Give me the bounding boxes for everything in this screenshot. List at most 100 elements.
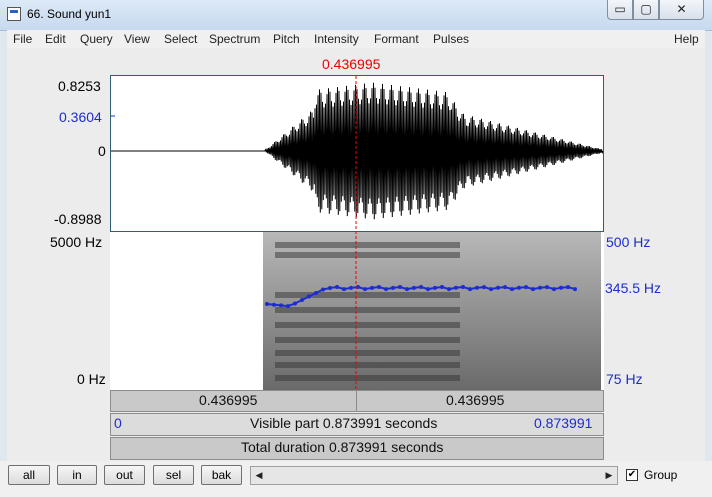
pitch-point [405,287,409,292]
pitch-point [419,285,423,289]
maximize-button[interactable]: ▢ [633,0,659,20]
pitch-point [328,286,332,290]
waveform-min-label: -0.8988 [54,211,102,227]
group-label: Group [644,468,678,482]
menu-pulses[interactable]: Pulses [433,32,469,46]
pitch-point [447,287,451,292]
pitch-point [545,285,549,290]
menu-intensity[interactable]: Intensity [314,32,359,46]
pitch-point [286,304,290,309]
pitch-point [559,285,563,290]
menu-file[interactable]: File [13,32,32,46]
time-scrollbar[interactable]: ◀ ▶ [250,466,618,485]
waveform-cursor-value: 0.3604 [59,109,102,125]
pitch-point [272,302,276,307]
pitch-point [342,287,346,292]
spectrogram-top-freq: 5000 Hz [50,234,103,250]
pitch-point [440,285,444,289]
pitch-point [503,285,507,290]
menu-pitch[interactable]: Pitch [273,32,300,46]
pitch-point [279,303,283,308]
pitch-point [377,285,381,289]
formant-band [275,337,460,343]
formant-band [275,362,460,368]
pitch-point [517,285,521,290]
visible-part-bar[interactable]: 0 Visible part 0.873991 seconds 0.873991 [110,413,604,436]
pitch-point [489,287,493,292]
right-segment-duration: 0.436995 [446,392,505,408]
menu-view[interactable]: View [124,32,150,46]
formant-band [275,242,460,248]
selection-bar[interactable]: 0.436995 0.436995 [110,390,604,412]
zoom-in-button[interactable]: in [57,465,97,485]
zoom-out-button[interactable]: out [104,465,145,485]
close-button[interactable]: ✕ [659,0,704,20]
pitch-point [475,285,479,290]
pitch-point [566,285,570,290]
pitch-point [426,287,430,292]
pitch-bottom-label: 75 Hz [606,371,643,387]
formant-band [275,292,460,298]
pitch-point [573,287,577,292]
total-duration-bar[interactable]: Total duration 0.873991 seconds [110,437,604,460]
selection-divider [356,391,357,411]
pitch-point [468,287,472,292]
pitch-point [300,298,304,302]
scroll-right-icon[interactable]: ▶ [603,469,615,482]
pitch-point [363,287,367,292]
pitch-point [293,301,297,306]
menu-query[interactable]: Query [80,32,113,46]
pitch-point [531,287,535,292]
group-checkbox[interactable]: ✔ [626,469,638,481]
app-icon [7,7,21,21]
total-duration-label: Total duration 0.873991 seconds [241,439,444,455]
zoom-all-button[interactable]: all [8,465,50,485]
menu-formant[interactable]: Formant [374,32,419,46]
pitch-value-label: 345.5 Hz [605,280,662,296]
window-title: 66. Sound yun1 [27,7,112,21]
pitch-top-label: 500 Hz [606,234,651,250]
pitch-point [370,285,374,290]
scroll-left-icon[interactable]: ◀ [253,469,265,482]
waveform-max-label: 0.8253 [58,78,101,94]
visible-end-time: 0.873991 [534,415,593,431]
menu-help[interactable]: Help [674,32,699,46]
spectrogram-bottom-freq: 0 Hz [77,371,106,387]
pitch-point [538,285,542,290]
cursor-time-label: 0.436995 [322,56,381,72]
pitch-point [265,302,269,306]
zoom-back-button[interactable]: bak [201,465,242,485]
pitch-point [335,285,339,289]
visible-start-time: 0 [114,415,122,431]
zoom-selection-button[interactable]: sel [153,465,194,485]
pitch-point [496,285,500,290]
pitch-point [552,287,556,292]
pitch-point [510,287,514,292]
formant-band [275,252,460,258]
pitch-point [384,287,388,292]
formant-band [275,375,460,381]
pitch-point [398,285,402,289]
cursor-line [355,76,357,390]
pitch-point [433,285,437,290]
waveform-zero-label: 0 [98,143,106,159]
menu-spectrum[interactable]: Spectrum [209,32,260,46]
pitch-point [461,285,465,289]
pitch-point [482,285,486,290]
menu-bar: File Edit Query View Select Spectrum Pit… [7,30,705,49]
formant-band [275,322,460,328]
pitch-point [349,285,353,290]
minimize-button[interactable]: ▭ [607,0,633,20]
pitch-point [524,285,528,290]
visible-part-label: Visible part 0.873991 seconds [250,415,438,431]
pitch-point [391,285,395,290]
left-segment-duration: 0.436995 [199,392,258,408]
pitch-point [314,291,318,295]
pitch-point [307,294,311,299]
formant-band [275,350,460,356]
pitch-point [412,285,416,290]
pitch-point [454,285,458,290]
menu-select[interactable]: Select [164,32,197,46]
menu-edit[interactable]: Edit [45,32,66,46]
formant-band [275,307,460,313]
